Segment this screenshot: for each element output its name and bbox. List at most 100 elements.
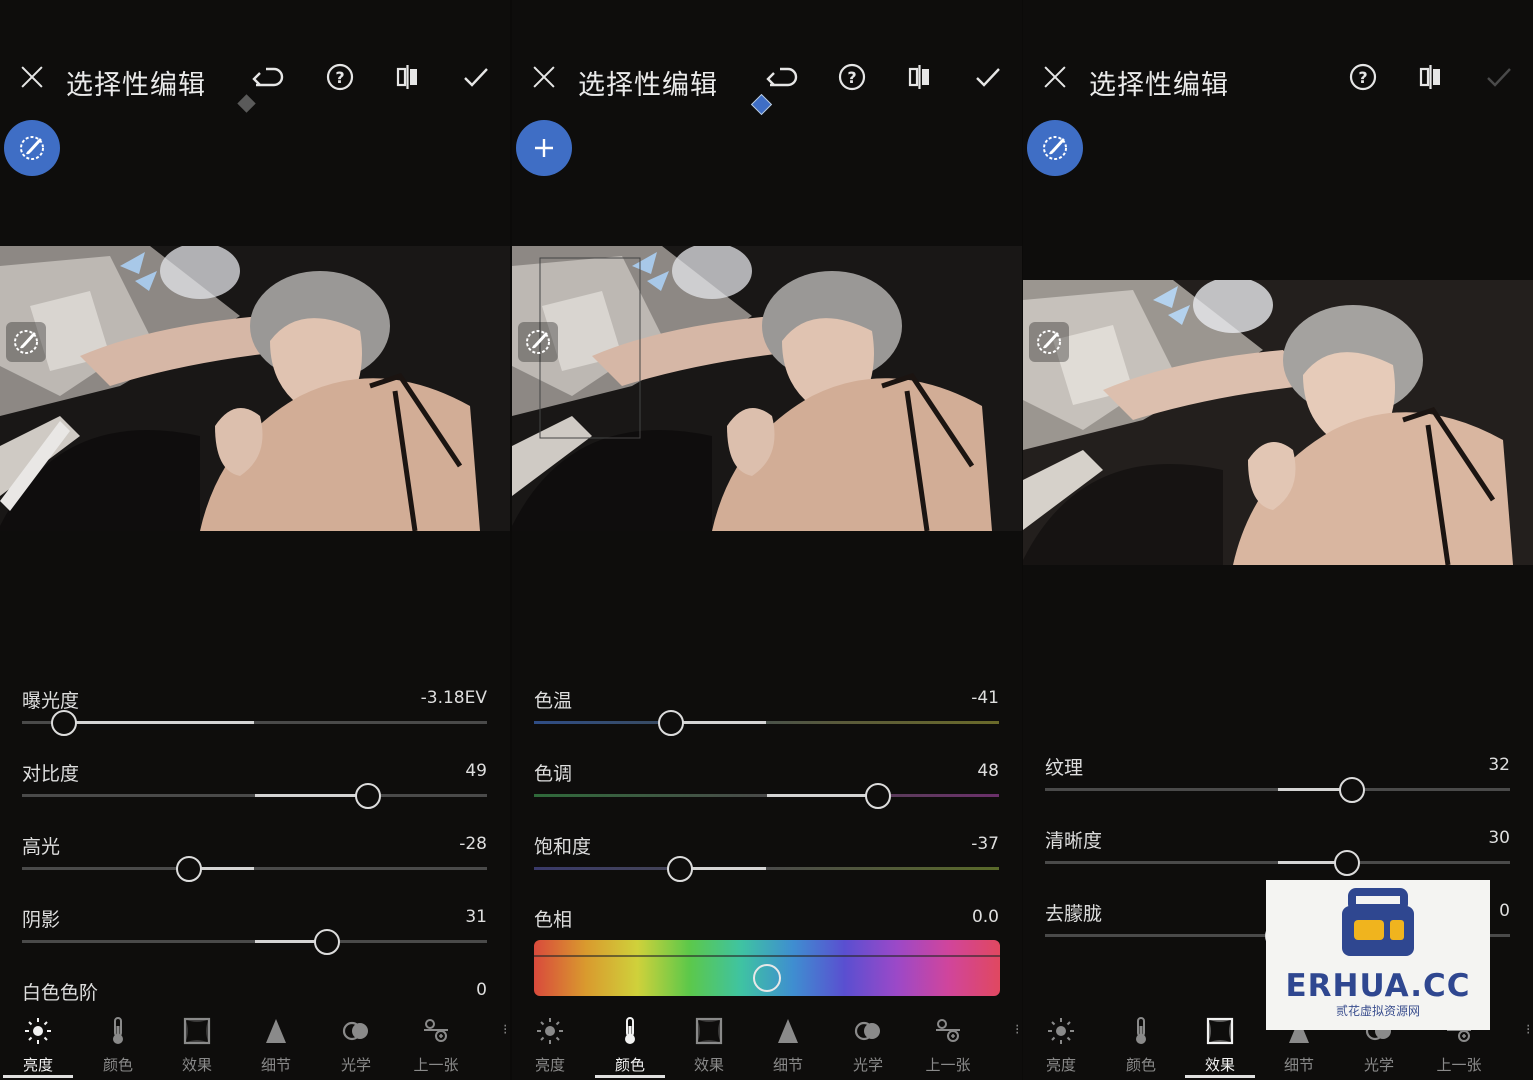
slider-fill — [63, 721, 255, 724]
slider-value: 0 — [1499, 901, 1510, 921]
brush-mask-icon — [1042, 135, 1068, 161]
tab-detail[interactable]: 细节 — [753, 1012, 823, 1075]
hue-knob[interactable] — [753, 964, 781, 992]
slider-fill — [671, 721, 767, 724]
diamond-icon — [237, 94, 256, 113]
close-icon[interactable] — [18, 63, 46, 91]
undo-icon[interactable] — [764, 59, 800, 95]
photo-preview — [512, 246, 1022, 531]
hue-slider[interactable] — [534, 940, 1000, 996]
slider-knob[interactable] — [50, 710, 77, 736]
slider-shadows[interactable]: 阴影 31 — [22, 905, 487, 965]
tab-effects[interactable]: 效果 — [162, 1012, 232, 1075]
slider-contrast[interactable]: 对比度 49 — [22, 759, 487, 819]
slider-track[interactable] — [534, 867, 999, 870]
mask-overlay-icon[interactable] — [1029, 322, 1069, 362]
tab-color[interactable]: 颜色 — [1106, 1012, 1176, 1075]
compare-icon[interactable] — [902, 59, 938, 95]
tool-tabs: 亮度 颜色 效果 细节 光学 上一张 — [0, 1012, 510, 1080]
diamond-icon — [750, 93, 773, 116]
tab-label: 光学 — [340, 1056, 371, 1074]
compare-icon[interactable] — [390, 59, 426, 95]
photo-preview — [0, 246, 510, 531]
slider-label: 曝光度 — [22, 690, 80, 712]
tab-label: 上一张 — [413, 1056, 459, 1074]
tab-color[interactable]: 颜色 — [595, 1012, 665, 1078]
slider-value: 49 — [465, 761, 487, 781]
confirm-check-icon — [1481, 59, 1517, 95]
slider-saturation[interactable]: 饱和度 -37 — [534, 832, 999, 892]
slider-fill — [680, 867, 767, 870]
slider-label: 色温 — [534, 690, 573, 712]
slider-knob[interactable] — [865, 783, 892, 809]
tab-effects[interactable]: 效果 — [1185, 1012, 1255, 1078]
slider-highlights[interactable]: 高光 -28 — [22, 832, 487, 892]
mask-overlay-icon[interactable] — [6, 322, 46, 362]
add-mask-button[interactable] — [516, 120, 572, 176]
lens-icon — [342, 1021, 370, 1041]
confirm-check-icon[interactable] — [458, 59, 494, 95]
help-icon[interactable] — [322, 59, 358, 95]
undo-icon[interactable] — [250, 59, 286, 95]
help-icon[interactable] — [1345, 59, 1381, 95]
slider-knob[interactable] — [313, 929, 340, 955]
slider-clarity[interactable]: 清晰度 30 — [1045, 826, 1510, 886]
hue-line — [534, 955, 1000, 957]
tab-brightness[interactable]: 亮度 — [3, 1012, 73, 1078]
plus-icon — [535, 139, 553, 157]
slider-value: 0.0 — [971, 907, 999, 927]
slider-value: -41 — [971, 688, 999, 708]
compare-icon[interactable] — [1413, 59, 1449, 95]
tab-label: 细节 — [772, 1056, 803, 1074]
tab-label: 上一张 — [1436, 1056, 1482, 1074]
slider-knob[interactable] — [658, 710, 685, 736]
more-tabs-indicator: ⁝ — [1526, 1022, 1531, 1038]
slider-track[interactable] — [534, 721, 999, 724]
sun-icon — [24, 1017, 52, 1045]
tab-optics[interactable]: 光学 — [321, 1012, 391, 1075]
close-icon[interactable] — [1041, 63, 1069, 91]
tab-color[interactable]: 颜色 — [83, 1012, 153, 1075]
sun-icon — [1047, 1017, 1075, 1045]
slider-texture[interactable]: 纹理 32 — [1045, 753, 1510, 813]
mask-overlay-icon[interactable] — [518, 322, 558, 362]
brush-mask-button[interactable] — [1027, 120, 1083, 176]
slider-knob[interactable] — [667, 856, 694, 882]
more-tabs-indicator: ⁝ — [1015, 1022, 1020, 1038]
help-icon[interactable] — [834, 59, 870, 95]
slider-value: 31 — [465, 907, 487, 927]
tab-label: 上一张 — [925, 1056, 971, 1074]
sun-icon — [536, 1017, 564, 1045]
thermometer-icon — [111, 1016, 125, 1046]
slider-knob[interactable] — [1338, 777, 1365, 803]
hue-header: 色相 0.0 — [534, 905, 999, 935]
tab-label: 光学 — [1363, 1056, 1394, 1074]
brush-mask-button[interactable] — [4, 120, 60, 176]
slider-knob[interactable] — [355, 783, 382, 809]
slider-whites[interactable]: 白色色阶 0 — [22, 978, 487, 1012]
tab-brightness[interactable]: 亮度 — [515, 1012, 585, 1075]
tab-effects[interactable]: 效果 — [674, 1012, 744, 1075]
tab-previous[interactable]: 上一张 — [913, 1012, 983, 1075]
panel-color: 选择性编辑 色温 -41 色调 48 饱和度 -37 色相 0.0 亮度 颜色 … — [512, 0, 1022, 1080]
confirm-check-icon[interactable] — [970, 59, 1006, 95]
slider-temperature[interactable]: 色温 -41 — [534, 686, 999, 746]
slider-knob[interactable] — [1334, 850, 1361, 876]
slider-tint[interactable]: 色调 48 — [534, 759, 999, 819]
slider-track[interactable] — [22, 867, 487, 870]
slider-exposure[interactable]: 曝光度 -3.18EV — [22, 686, 487, 746]
page-title: 选择性编辑 — [1089, 70, 1229, 101]
tab-previous[interactable]: 上一张 — [401, 1012, 471, 1075]
tab-label: 效果 — [693, 1056, 724, 1074]
slider-value: 32 — [1488, 755, 1510, 775]
tab-label: 颜色 — [1125, 1056, 1156, 1074]
slider-value: 0 — [476, 980, 487, 1000]
tab-optics[interactable]: 光学 — [833, 1012, 903, 1075]
tab-label: 效果 — [181, 1056, 212, 1074]
tab-label: 颜色 — [102, 1056, 133, 1074]
close-icon[interactable] — [530, 63, 558, 91]
tab-detail[interactable]: 细节 — [241, 1012, 311, 1075]
slider-knob[interactable] — [176, 856, 203, 882]
page-title: 选择性编辑 — [578, 70, 718, 101]
tab-brightness[interactable]: 亮度 — [1026, 1012, 1096, 1075]
